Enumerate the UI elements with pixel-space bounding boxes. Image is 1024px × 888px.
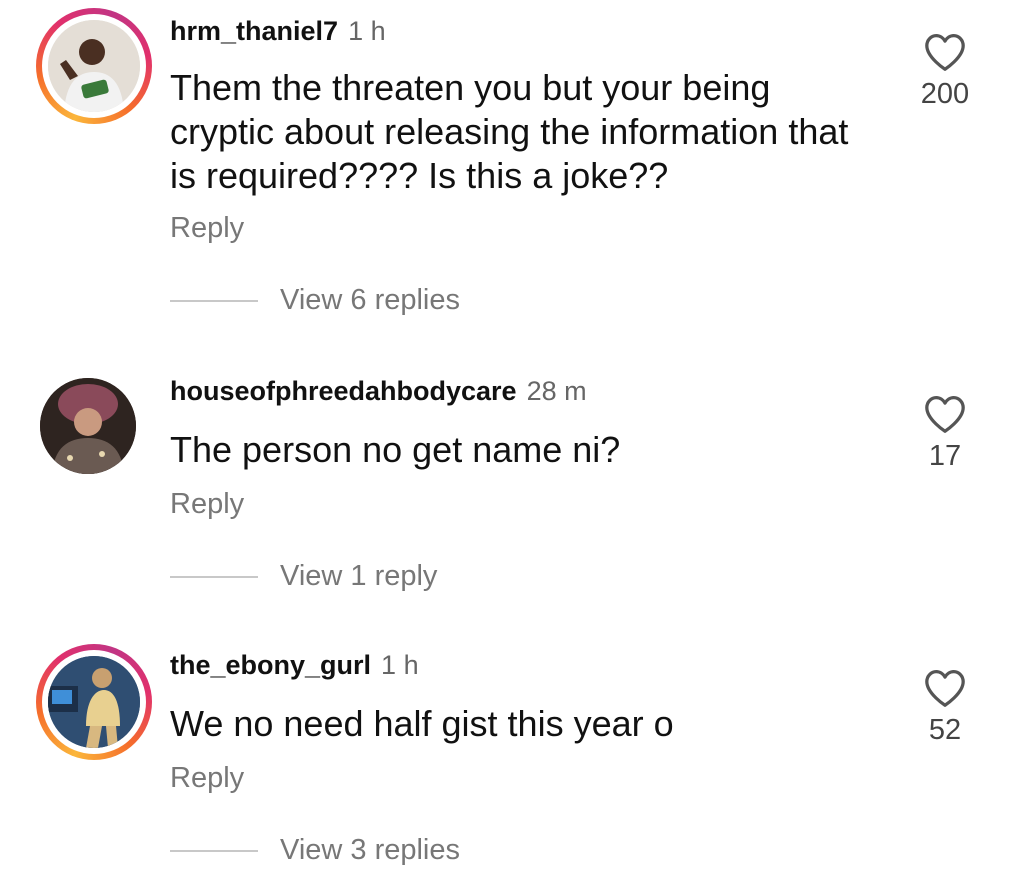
- avatar[interactable]: [36, 8, 152, 124]
- timestamp: 1 h: [381, 650, 419, 680]
- comment-text-line: is required???? Is this a joke??: [170, 155, 669, 196]
- comment-text-line: We no need half gist this year o: [170, 703, 674, 744]
- comment-item: houseofphreedahbodycare 28 m The person n…: [0, 340, 1024, 620]
- view-replies-button[interactable]: View 1 reply: [170, 560, 437, 593]
- like-control: 200: [900, 32, 990, 111]
- username[interactable]: houseofphreedahbodycare: [170, 376, 517, 406]
- view-replies-button[interactable]: View 3 replies: [170, 834, 460, 867]
- like-count: 200: [920, 78, 970, 110]
- comment-item: the_ebony_gurl 1 h We no need half gist t…: [0, 620, 1024, 888]
- heart-outline-icon[interactable]: [923, 394, 967, 434]
- view-replies-label: View 3 replies: [280, 834, 461, 866]
- avatar-photo: [48, 656, 140, 748]
- comment-text: We no need half gist this year o: [170, 702, 900, 746]
- comment-item: hrm_thaniel7 1 h Them the threaten you bu…: [0, 0, 1024, 340]
- like-control: 52: [900, 668, 990, 747]
- comment-text-line: cryptic about releasing the information …: [170, 111, 849, 152]
- username[interactable]: hrm_thaniel7: [170, 16, 338, 46]
- heart-outline-icon[interactable]: [923, 668, 967, 708]
- reply-button[interactable]: Reply: [170, 212, 244, 245]
- comment-header: hrm_thaniel7 1 h: [170, 16, 386, 47]
- comment-text: The person no get name ni?: [170, 428, 900, 472]
- timestamp: 1 h: [348, 16, 386, 46]
- username[interactable]: the_ebony_gurl: [170, 650, 371, 680]
- like-count: 52: [928, 714, 962, 746]
- comment-text: Them the threaten you but your being cry…: [170, 66, 900, 198]
- timestamp: 28 m: [526, 376, 587, 406]
- divider-line: [170, 849, 258, 852]
- like-count: 17: [928, 440, 962, 472]
- avatar-photo: [40, 378, 136, 474]
- comment-text-line: The person no get name ni?: [170, 429, 621, 470]
- reply-button[interactable]: Reply: [170, 488, 244, 521]
- avatar[interactable]: [36, 644, 152, 760]
- divider-line: [170, 575, 258, 578]
- comment-text-line: Them the threaten you but your being: [170, 67, 771, 108]
- comment-header: the_ebony_gurl 1 h: [170, 650, 419, 681]
- view-replies-label: View 1 reply: [280, 560, 438, 592]
- view-replies-label: View 6 replies: [280, 284, 461, 316]
- avatar[interactable]: [40, 378, 136, 474]
- divider-line: [170, 299, 258, 302]
- heart-outline-icon[interactable]: [923, 32, 967, 72]
- view-replies-button[interactable]: View 6 replies: [170, 284, 460, 317]
- reply-button[interactable]: Reply: [170, 762, 244, 795]
- avatar-photo: [48, 20, 140, 112]
- comment-header: houseofphreedahbodycare 28 m: [170, 376, 587, 407]
- like-control: 17: [900, 394, 990, 473]
